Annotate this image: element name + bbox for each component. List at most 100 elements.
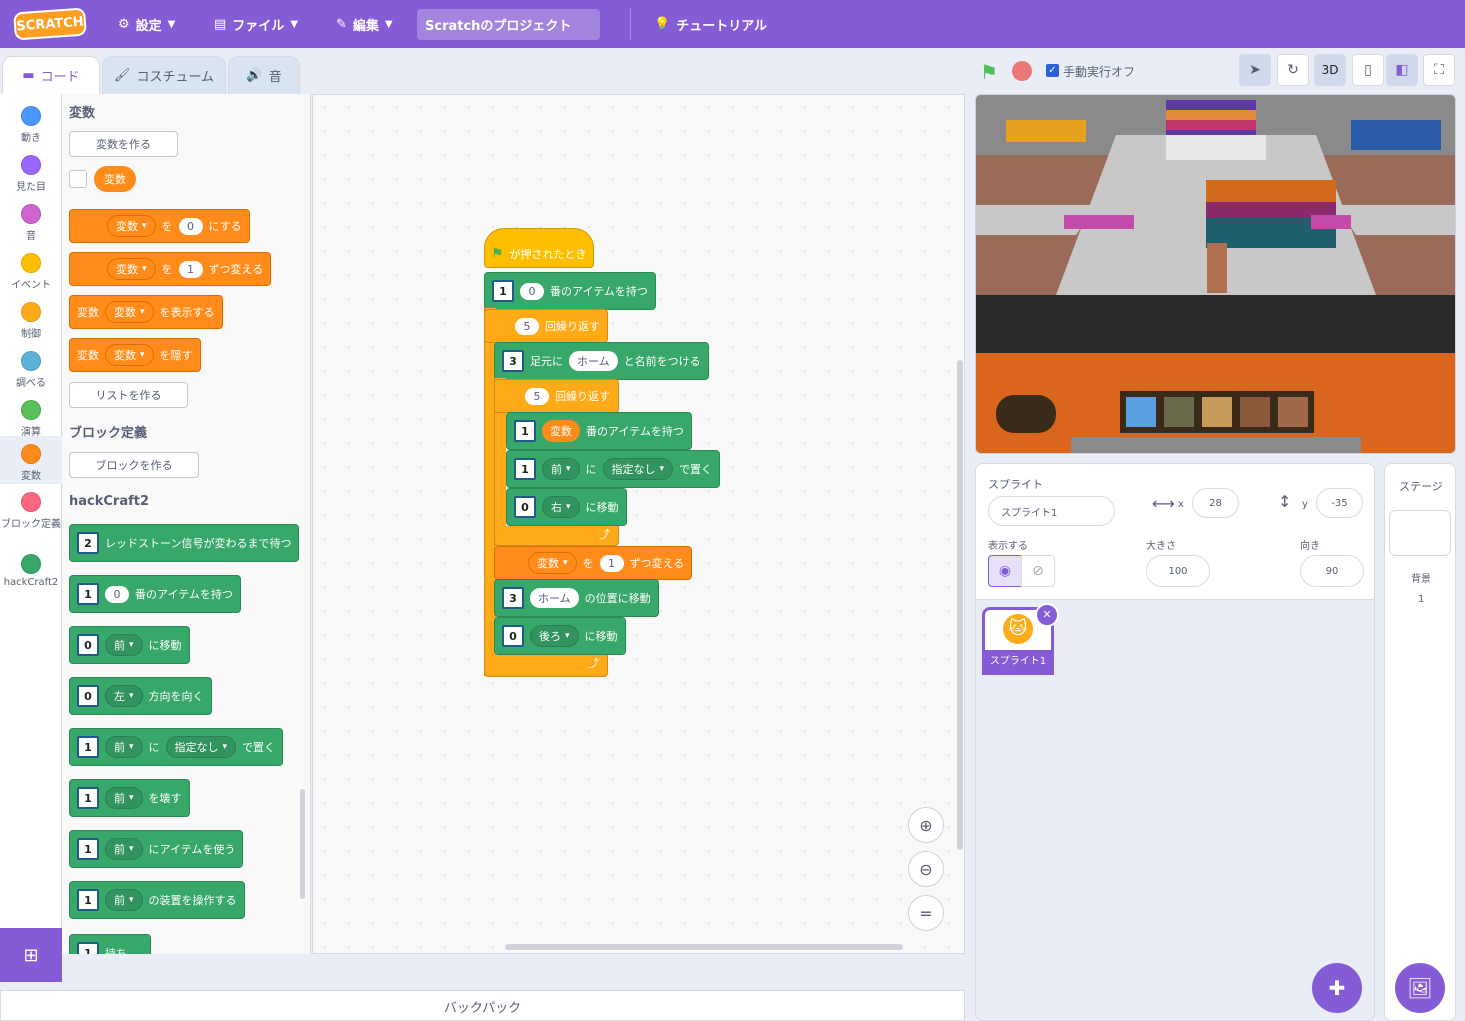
category-looks[interactable]: 見た目	[0, 149, 62, 197]
repeat-block[interactable]: 5 回繰り返す	[494, 379, 619, 413]
when-flag-clicked-block[interactable]: ⚑ が押されたとき	[484, 238, 594, 270]
show-variable-block[interactable]: 変数 変数 を表示する	[69, 295, 223, 329]
change-variable-block[interactable]: 変数 を 1 ずつ変える	[494, 546, 693, 580]
file-menu[interactable]: ▤ ファイル ▼	[214, 0, 298, 48]
direction-input[interactable]: 90	[1300, 555, 1364, 587]
set-variable-block[interactable]: 変数 を 0 にする	[69, 209, 250, 243]
change-variable-block[interactable]: 変数 を 1 ずつ変える	[69, 252, 272, 286]
hold-item-block[interactable]: 1 変数 番のアイテムを持つ	[506, 412, 692, 450]
variable-dropdown[interactable]: 変数	[528, 552, 577, 574]
value-input[interactable]: 0	[520, 282, 544, 300]
name-input[interactable]: ホーム	[569, 351, 618, 371]
select-tool-button[interactable]: ➤	[1239, 54, 1271, 86]
mode-dropdown[interactable]: 指定なし	[165, 736, 237, 758]
show-sprite-button[interactable]: ◉	[988, 555, 1022, 587]
category-variables[interactable]: 変数	[0, 436, 62, 484]
repeat-count-input[interactable]: 5	[515, 317, 539, 335]
rotate-button[interactable]: ↻	[1277, 54, 1309, 86]
variable-reporter[interactable]: 変数	[542, 420, 580, 442]
edit-menu[interactable]: ✎ 編集 ▼	[336, 0, 393, 48]
value-input[interactable]: 0	[178, 217, 203, 235]
direction-dropdown[interactable]: 前	[105, 838, 143, 860]
category-motion[interactable]: 動き	[0, 100, 62, 148]
direction-dropdown[interactable]: 前	[105, 889, 143, 911]
add-extension-button[interactable]: ⊞	[0, 928, 62, 982]
category-operators[interactable]: 演算	[0, 394, 62, 442]
stage-thumbnail[interactable]	[1389, 510, 1451, 556]
backpack[interactable]: バックパック	[0, 990, 965, 1021]
workspace-scrollbar-v[interactable]	[957, 360, 963, 850]
make-block-button[interactable]: ブロックを作る	[69, 452, 199, 478]
delete-sprite-button[interactable]: ✕	[1035, 603, 1059, 627]
goto-location-block[interactable]: 3 ホーム の位置に移動	[494, 579, 659, 617]
make-list-button[interactable]: リストを作る	[69, 382, 188, 408]
hold-item-block[interactable]: 1 0 番のアイテムを持つ	[69, 575, 241, 613]
value-input[interactable]: 0	[105, 585, 129, 603]
choose-backdrop-button[interactable]: 🖼	[1395, 963, 1445, 1013]
scratch-logo[interactable]: SCRATCH	[13, 7, 87, 41]
direction-dropdown[interactable]: 前	[105, 736, 143, 758]
place-block[interactable]: 1 前 に 指定なし で置く	[506, 450, 721, 488]
small-stage-button[interactable]: ▯	[1352, 54, 1384, 86]
normal-stage-button[interactable]: ◧	[1386, 54, 1418, 86]
variable-dropdown[interactable]: 変数	[105, 344, 154, 366]
name-location-block[interactable]: 3 足元に ホーム と名前をつける	[494, 342, 709, 380]
make-variable-button[interactable]: 変数を作る	[69, 131, 178, 157]
hide-variable-block[interactable]: 変数 変数 を隠す	[69, 338, 201, 372]
variable-checkbox[interactable]	[69, 170, 87, 188]
green-flag-button[interactable]: ⚑	[980, 60, 998, 84]
zoom-in-button[interactable]: ⊕	[908, 807, 944, 843]
place-block[interactable]: 1 前 に 指定なし で置く	[69, 728, 284, 766]
category-sensing[interactable]: 調べる	[0, 345, 62, 393]
operate-device-block[interactable]: 1 前 の装置を操作する	[69, 881, 245, 919]
direction-dropdown[interactable]: 右	[542, 496, 580, 518]
variable-dropdown[interactable]: 変数	[105, 301, 154, 323]
stop-button[interactable]	[1012, 61, 1032, 81]
direction-dropdown[interactable]: 前	[542, 458, 580, 480]
value-input[interactable]: 1	[178, 260, 203, 278]
direction-dropdown[interactable]: 左	[105, 685, 143, 707]
x-input[interactable]: 28	[1192, 488, 1239, 518]
direction-dropdown[interactable]: 前	[105, 787, 143, 809]
project-title-input[interactable]: Scratchのプロジェクト	[417, 9, 600, 40]
repeat-count-input[interactable]: 5	[525, 387, 549, 405]
category-myblocks[interactable]: ブロック定義	[0, 490, 62, 542]
category-events[interactable]: イベント	[0, 247, 62, 295]
location-input[interactable]: ホーム	[530, 588, 579, 608]
workspace-scrollbar-h[interactable]	[505, 944, 903, 950]
game-stage[interactable]	[975, 94, 1456, 454]
direction-dropdown[interactable]: 後ろ	[530, 625, 579, 647]
wait-redstone-block[interactable]: 2 レッドストーン信号が変わるまで待つ	[69, 524, 300, 562]
sprite-name-input[interactable]: スプライト1	[988, 496, 1115, 526]
tutorial-button[interactable]: 💡 チュートリアル	[654, 0, 767, 48]
move-block[interactable]: 0 前 に移動	[69, 626, 190, 664]
move-block[interactable]: 0 後ろ に移動	[494, 617, 626, 655]
hold-item-block[interactable]: 1 0 番のアイテムを持つ	[484, 272, 656, 310]
variable-dropdown[interactable]: 変数	[107, 215, 156, 237]
direction-dropdown[interactable]: 前	[105, 634, 143, 656]
turbo-checkbox[interactable]: ✓	[1046, 64, 1059, 77]
value-input[interactable]: 1	[599, 554, 624, 572]
repeat-block[interactable]: 5 回繰り返す	[484, 309, 608, 343]
choose-sprite-button[interactable]: ✚	[1312, 963, 1362, 1013]
3d-toggle-button[interactable]: 3D	[1314, 54, 1346, 86]
break-block[interactable]: 1 前 を壊す	[69, 779, 190, 817]
mode-dropdown[interactable]: 指定なし	[602, 458, 674, 480]
variable-dropdown[interactable]: 変数	[107, 258, 156, 280]
zoom-out-button[interactable]: ⊖	[908, 851, 944, 887]
tab-code[interactable]: ▬ コード	[2, 56, 100, 94]
category-control[interactable]: 制御	[0, 296, 62, 344]
hide-sprite-button[interactable]: ⊘	[1021, 555, 1055, 587]
face-direction-block[interactable]: 0 左 方向を向く	[69, 677, 212, 715]
script-workspace[interactable]	[312, 94, 965, 954]
category-sound[interactable]: 音	[0, 198, 62, 246]
flyout-scrollbar[interactable]	[300, 789, 305, 899]
partial-block[interactable]: 1 持ち...	[69, 934, 151, 954]
move-block[interactable]: 0 右 に移動	[506, 488, 627, 526]
tab-costume[interactable]: 🖌 コスチューム	[102, 56, 226, 94]
category-hackcraft2[interactable]: hackCraft2	[0, 554, 62, 594]
size-input[interactable]: 100	[1146, 555, 1210, 587]
fullscreen-button[interactable]: ⛶	[1423, 54, 1455, 86]
use-item-block[interactable]: 1 前 にアイテムを使う	[69, 830, 244, 868]
settings-menu[interactable]: ⚙ 設定 ▼	[118, 0, 175, 48]
